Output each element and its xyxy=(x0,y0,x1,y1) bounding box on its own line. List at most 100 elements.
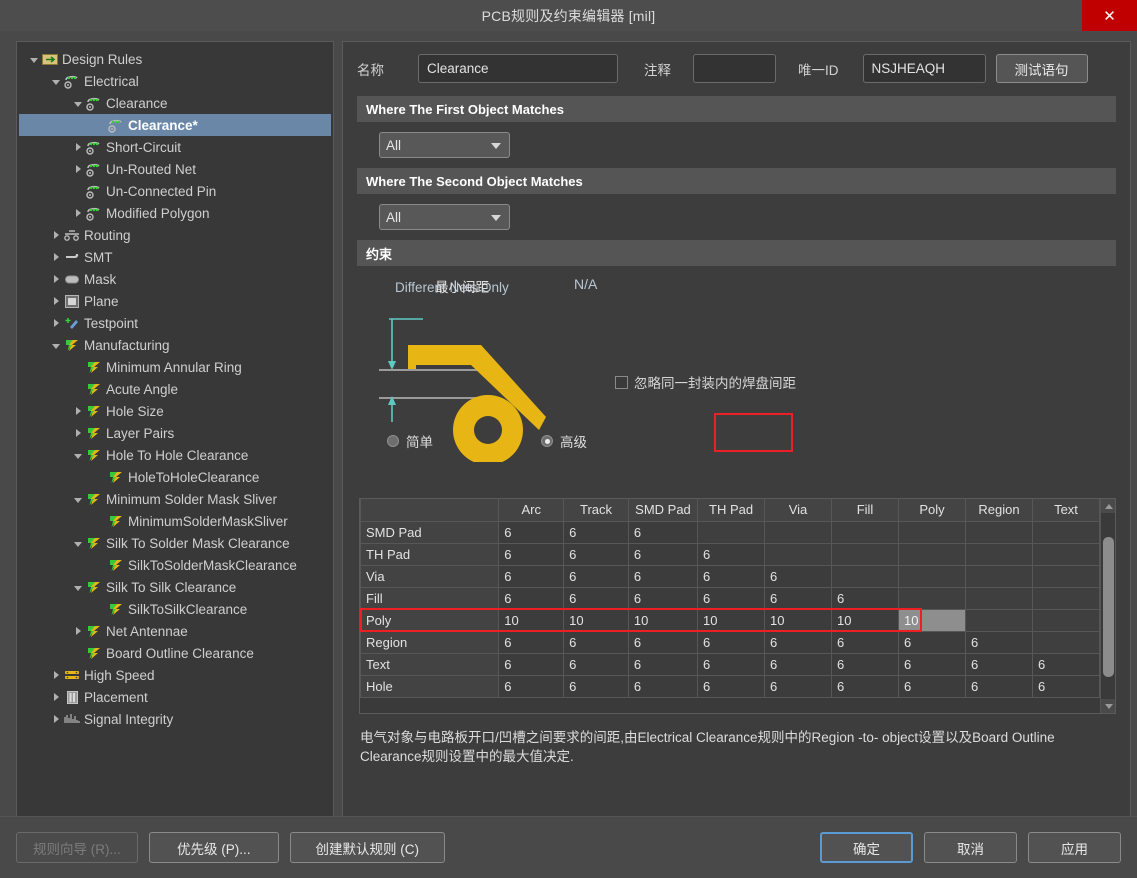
tree-item-routing[interactable]: Routing xyxy=(19,224,331,246)
radio-advanced[interactable]: 高级 xyxy=(541,413,793,452)
table-row[interactable]: SMD Pad 6 6 6 xyxy=(360,520,1100,544)
chevron-right-icon[interactable] xyxy=(71,627,85,635)
column-header[interactable]: Poly xyxy=(898,499,966,522)
row-header[interactable]: Fill xyxy=(360,586,500,610)
matrix-cell[interactable]: 6 xyxy=(498,630,565,654)
matrix-cell[interactable]: 6 xyxy=(697,564,766,588)
matrix-cell[interactable]: 6 xyxy=(898,652,966,676)
matrix-cell[interactable]: 10 xyxy=(498,608,565,632)
matrix-cell[interactable]: 6 xyxy=(563,520,629,544)
matrix-cell[interactable]: 6 xyxy=(764,630,833,654)
tree-item-holetoholeclearance[interactable]: HoleToHoleClearance xyxy=(19,466,331,488)
row-header[interactable]: Region xyxy=(360,630,500,654)
create-default-rules-button[interactable]: 创建默认规则 (C) xyxy=(289,832,445,863)
tree-item-modified-polygon[interactable]: Modified Polygon xyxy=(19,202,331,224)
tree-item-hole-size[interactable]: Hole Size xyxy=(19,400,331,422)
matrix-cell[interactable]: 6 xyxy=(563,630,629,654)
matrix-cell[interactable] xyxy=(898,542,966,566)
row-header[interactable]: SMD Pad xyxy=(360,520,500,544)
tree-item-silk-to-silk-clearance[interactable]: Silk To Silk Clearance xyxy=(19,576,331,598)
column-header[interactable]: Via xyxy=(764,499,833,522)
tree-item-silk-to-solder-mask-clearance[interactable]: Silk To Solder Mask Clearance xyxy=(19,532,331,554)
column-header[interactable]: Track xyxy=(563,499,629,522)
matrix-cell[interactable]: 10 xyxy=(697,608,766,632)
tree-item-signal-integrity[interactable]: Signal Integrity xyxy=(19,708,331,730)
tree-item-short-circuit[interactable]: Short-Circuit xyxy=(19,136,331,158)
matrix-cell[interactable]: 6 xyxy=(964,630,1033,654)
rule-name-input[interactable]: Clearance xyxy=(418,54,618,83)
matrix-cell[interactable] xyxy=(764,542,833,566)
table-row[interactable]: Text 6 6 6 6 6 6 6 6 6 xyxy=(360,652,1100,676)
chevron-right-icon[interactable] xyxy=(49,275,63,283)
matrix-cell[interactable]: 6 xyxy=(563,542,629,566)
column-header[interactable]: Fill xyxy=(831,499,899,522)
matrix-cell[interactable] xyxy=(1031,608,1100,632)
ok-button[interactable]: 确定 xyxy=(820,832,913,863)
tree-item-minimum-solder-mask-sliver[interactable]: Minimum Solder Mask Sliver xyxy=(19,488,331,510)
tree-item-placement[interactable]: Placement xyxy=(19,686,331,708)
chevron-down-icon[interactable] xyxy=(71,100,85,107)
matrix-cell[interactable]: 6 xyxy=(1031,652,1100,676)
tree-item-silktosoldermaskclearance[interactable]: SilkToSolderMaskClearance xyxy=(19,554,331,576)
matrix-cell[interactable]: 6 xyxy=(697,630,766,654)
matrix-cell[interactable] xyxy=(964,586,1033,610)
scrollbar-thumb[interactable] xyxy=(1103,537,1114,677)
ignore-pad-in-footprint-checkbox[interactable]: 忽略同一封装内的焊盘间距 xyxy=(615,372,796,392)
matrix-cell[interactable]: 6 xyxy=(498,564,565,588)
tree-item-minimumsoldermasksliver[interactable]: MinimumSolderMaskSliver xyxy=(19,510,331,532)
tree-item-testpoint[interactable]: Testpoint xyxy=(19,312,331,334)
matrix-cell[interactable]: 6 xyxy=(498,586,565,610)
matrix-cell[interactable] xyxy=(1031,586,1100,610)
matrix-cell[interactable]: 6 xyxy=(898,674,966,698)
matrix-cell[interactable]: 6 xyxy=(697,674,766,698)
table-corner-cell[interactable] xyxy=(360,499,500,522)
chevron-right-icon[interactable] xyxy=(71,143,85,151)
tree-item-silktosilkclearance[interactable]: SilkToSilkClearance xyxy=(19,598,331,620)
matrix-cell[interactable]: 6 xyxy=(627,564,699,588)
matrix-cell[interactable] xyxy=(831,564,899,588)
tree-item-board-outline-clearance[interactable]: Board Outline Clearance xyxy=(19,642,331,664)
matrix-cell[interactable]: 10 xyxy=(764,608,833,632)
chevron-down-icon[interactable] xyxy=(49,78,63,85)
matrix-cell[interactable]: 6 xyxy=(498,542,565,566)
chevron-right-icon[interactable] xyxy=(71,165,85,173)
chevron-right-icon[interactable] xyxy=(49,319,63,327)
matrix-cell[interactable]: 6 xyxy=(697,542,766,566)
matrix-cell[interactable] xyxy=(1031,630,1100,654)
matrix-cell[interactable]: 6 xyxy=(831,652,899,676)
clearance-matrix[interactable]: Arc Track SMD Pad TH Pad Via Fill Poly Region Te… xyxy=(359,498,1116,714)
rule-wizard-button[interactable]: 规则向导 (R)... xyxy=(16,832,138,863)
tree-item-hole-to-hole-clearance[interactable]: Hole To Hole Clearance xyxy=(19,444,331,466)
matrix-cell[interactable]: 6 xyxy=(627,630,699,654)
matrix-cell[interactable]: 6 xyxy=(697,586,766,610)
column-header[interactable]: Text xyxy=(1031,499,1100,522)
matrix-cell[interactable] xyxy=(1031,542,1100,566)
column-header[interactable]: TH Pad xyxy=(697,499,766,522)
tree-item-minimum-annular-ring[interactable]: Minimum Annular Ring xyxy=(19,356,331,378)
tree-item-design-rules[interactable]: Design Rules xyxy=(19,48,331,70)
tree-item-un-connected-pin[interactable]: Un-Connected Pin xyxy=(19,180,331,202)
matrix-cell[interactable]: 6 xyxy=(898,630,966,654)
second-object-scope-select[interactable]: All xyxy=(379,204,510,230)
chevron-right-icon[interactable] xyxy=(71,209,85,217)
chevron-right-icon[interactable] xyxy=(71,407,85,415)
tree-item-clearance[interactable]: Clearance* xyxy=(19,114,331,136)
chevron-down-icon[interactable] xyxy=(71,496,85,503)
chevron-down-icon[interactable] xyxy=(71,584,85,591)
matrix-cell[interactable] xyxy=(898,520,966,544)
matrix-cell[interactable]: 10 xyxy=(898,608,966,632)
close-icon[interactable]: ✕ xyxy=(1082,0,1137,31)
chevron-right-icon[interactable] xyxy=(49,671,63,679)
matrix-cell[interactable]: 6 xyxy=(563,564,629,588)
chevron-right-icon[interactable] xyxy=(71,429,85,437)
tree-item-acute-angle[interactable]: Acute Angle xyxy=(19,378,331,400)
matrix-cell[interactable]: 6 xyxy=(764,652,833,676)
test-query-button[interactable]: 测试语句 xyxy=(995,54,1088,83)
column-header[interactable]: Region xyxy=(964,499,1033,522)
matrix-cell[interactable]: 6 xyxy=(563,652,629,676)
radio-simple[interactable]: 简单 xyxy=(387,431,433,451)
matrix-cell[interactable]: 6 xyxy=(831,630,899,654)
clearance-matrix-table[interactable]: Arc Track SMD Pad TH Pad Via Fill Poly Region Te… xyxy=(360,499,1100,698)
column-header[interactable]: SMD Pad xyxy=(627,499,699,522)
matrix-cell[interactable] xyxy=(1031,520,1100,544)
